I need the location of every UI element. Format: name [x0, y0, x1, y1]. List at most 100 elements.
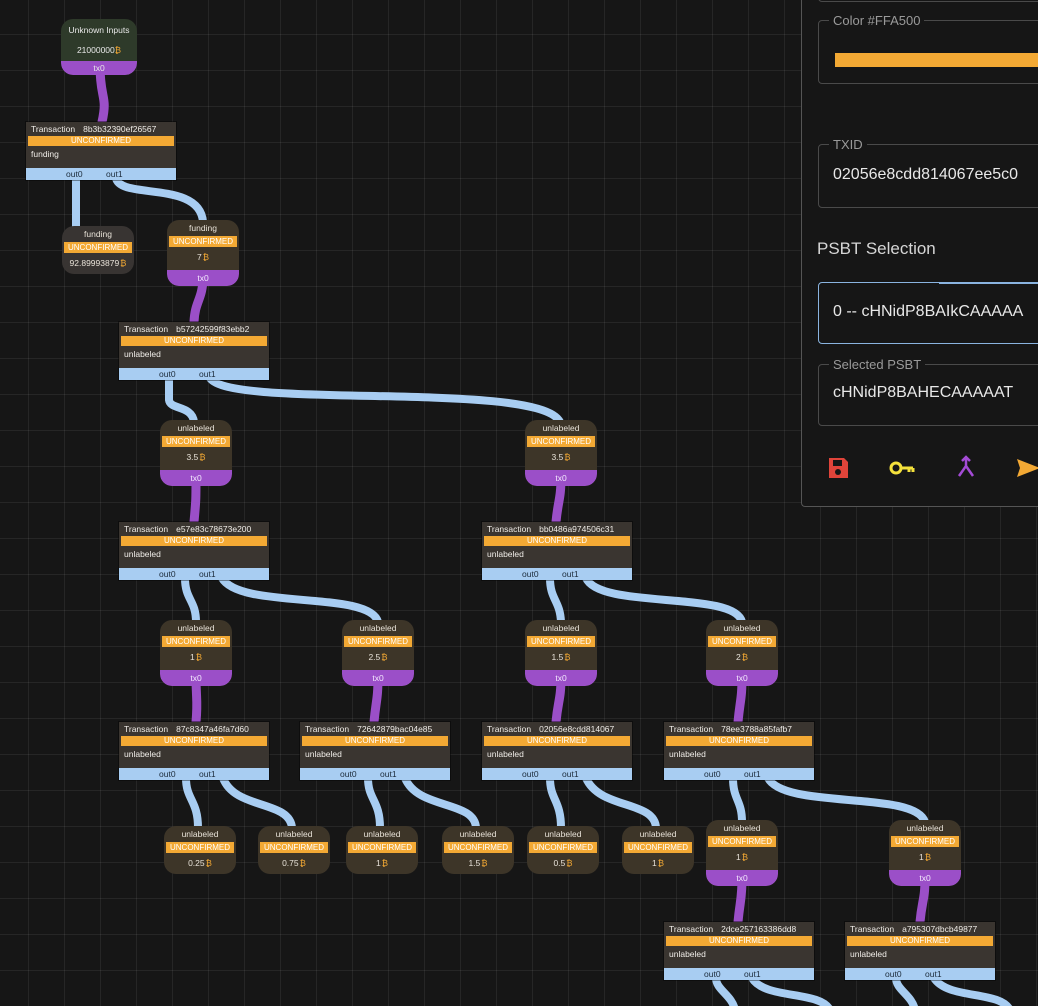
output-port[interactable]: out0: [159, 768, 176, 780]
utxo-label: unlabeled: [723, 823, 761, 833]
output-port[interactable]: out1: [199, 368, 216, 380]
transaction-node[interactable]: Transaction e57e83c78673e200 UNCONFIRMED …: [119, 522, 269, 580]
utxo-amount: 2.5₿: [368, 652, 388, 662]
transaction-label: unlabeled: [119, 346, 269, 362]
output-port[interactable]: out1: [925, 968, 942, 980]
utxo-node[interactable]: unlabeled UNCONFIRMED 2.5₿ tx0: [342, 620, 414, 686]
transaction-node[interactable]: Transaction b57242599f83ebb2 UNCONFIRMED …: [119, 322, 269, 380]
utxo-node[interactable]: unlabeled UNCONFIRMED 1₿ tx0: [160, 620, 232, 686]
utxo-amount: 0.25₿: [188, 858, 212, 868]
edge: [218, 574, 382, 626]
status-badge: UNCONFIRMED: [527, 636, 595, 647]
utxo-port[interactable]: tx0: [706, 670, 778, 686]
output-port[interactable]: out0: [704, 968, 721, 980]
output-port[interactable]: out0: [159, 368, 176, 380]
output-port[interactable]: out1: [106, 168, 123, 180]
selected-psbt-field[interactable]: Selected PSBT cHNidP8BAHECAAAAAT: [818, 357, 1038, 426]
output-port[interactable]: out0: [159, 568, 176, 580]
utxo-node[interactable]: unlabeled UNCONFIRMED 2₿ tx0: [706, 620, 778, 686]
utxo-port[interactable]: tx0: [525, 670, 597, 686]
transaction-node[interactable]: Transaction bb0486a974506c31 UNCONFIRMED …: [482, 522, 632, 580]
selected-psbt-value[interactable]: cHNidP8BAHECAAAAAT: [833, 384, 1013, 402]
utxo-port[interactable]: tx0: [342, 670, 414, 686]
utxo-node[interactable]: unlabeled UNCONFIRMED 1.5₿ tx0: [525, 620, 597, 686]
utxo-port[interactable]: tx0: [167, 270, 239, 286]
output-port[interactable]: out0: [66, 168, 83, 180]
output-port[interactable]: out1: [199, 768, 216, 780]
output-port[interactable]: out0: [704, 768, 721, 780]
node-port[interactable]: tx0: [61, 61, 137, 75]
edge: [748, 974, 832, 1006]
transaction-label: unlabeled: [119, 546, 269, 562]
output-port[interactable]: out1: [199, 568, 216, 580]
utxo-port[interactable]: tx0: [889, 870, 961, 886]
status-badge: UNCONFIRMED: [121, 536, 267, 546]
utxo-port[interactable]: tx0: [160, 670, 232, 686]
output-port[interactable]: out0: [522, 568, 539, 580]
utxo-label: unlabeled: [177, 423, 215, 433]
merge-icon[interactable]: [952, 454, 980, 482]
utxo-label: unlabeled: [544, 829, 582, 839]
utxo-node[interactable]: unlabeled UNCONFIRMED 3.5₿ tx0: [160, 420, 232, 486]
status-badge: UNCONFIRMED: [708, 636, 776, 647]
output-port[interactable]: out1: [562, 768, 579, 780]
utxo-node[interactable]: unlabeled UNCONFIRMED 0.5₿: [527, 826, 599, 874]
output-port[interactable]: out1: [562, 568, 579, 580]
edge: [364, 774, 384, 832]
node-amount: 21000000₿: [76, 45, 122, 55]
output-port[interactable]: out0: [522, 768, 539, 780]
utxo-label: unlabeled: [363, 829, 401, 839]
key-icon[interactable]: [888, 454, 916, 482]
output-port[interactable]: out1: [380, 768, 397, 780]
txid-value[interactable]: 02056e8cdd814067ee5c0: [833, 166, 1018, 184]
node-label: Unknown Inputs: [68, 25, 130, 35]
utxo-port[interactable]: tx0: [706, 870, 778, 886]
send-icon[interactable]: [1014, 454, 1038, 482]
txid-field[interactable]: TXID 02056e8cdd814067ee5c0: [818, 137, 1038, 208]
transaction-node[interactable]: Transaction 02056e8cdd814067 UNCONFIRMED …: [482, 722, 632, 780]
utxo-node[interactable]: unlabeled UNCONFIRMED 1₿ tx0: [706, 820, 778, 886]
unknown-inputs-node[interactable]: Unknown Inputs 21000000₿ tx0: [61, 19, 137, 75]
psbt-select[interactable]: 0 -- cHNidP8BAIkCAAAAA: [818, 282, 1038, 344]
transaction-node[interactable]: Transaction 8b3b32390ef26567 UNCONFIRMED …: [26, 122, 176, 180]
utxo-node[interactable]: funding UNCONFIRMED 7₿ tx0: [167, 220, 239, 286]
transaction-header: Transaction 87c8347a46fa7d60: [124, 724, 249, 734]
outputs-bar: out0 out1: [119, 368, 269, 380]
selected-psbt-legend: Selected PSBT: [829, 357, 926, 372]
utxo-amount: 2₿: [735, 652, 749, 662]
status-badge: UNCONFIRMED: [64, 242, 132, 253]
utxo-node[interactable]: unlabeled UNCONFIRMED 1₿: [346, 826, 418, 874]
utxo-node[interactable]: unlabeled UNCONFIRMED 1₿ tx0: [889, 820, 961, 886]
output-port[interactable]: out0: [885, 968, 902, 980]
utxo-node[interactable]: unlabeled UNCONFIRMED 1₿: [622, 826, 694, 874]
transaction-label: unlabeled: [300, 746, 450, 762]
color-field[interactable]: Color #FFA500: [818, 13, 1038, 84]
utxo-port[interactable]: tx0: [160, 470, 232, 486]
transaction-node[interactable]: Transaction 78ee3788a85fafb7 UNCONFIRMED …: [664, 722, 814, 780]
color-legend: Color #FFA500: [829, 13, 925, 28]
color-swatch[interactable]: [835, 53, 1038, 67]
save-icon[interactable]: [824, 454, 852, 482]
utxo-node[interactable]: unlabeled UNCONFIRMED 1.5₿: [442, 826, 514, 874]
transaction-label: unlabeled: [664, 946, 814, 962]
utxo-port[interactable]: tx0: [525, 470, 597, 486]
output-port[interactable]: out0: [340, 768, 357, 780]
utxo-node[interactable]: funding UNCONFIRMED 92.89993879₿: [62, 226, 134, 274]
status-badge: UNCONFIRMED: [302, 736, 448, 746]
transaction-header: Transaction 72642879bac04e85: [305, 724, 433, 734]
status-badge: UNCONFIRMED: [162, 636, 230, 647]
status-badge: UNCONFIRMED: [708, 836, 776, 847]
utxo-node[interactable]: unlabeled UNCONFIRMED 0.75₿: [258, 826, 330, 874]
status-badge: UNCONFIRMED: [666, 936, 812, 946]
transaction-node[interactable]: Transaction 2dce257163386dd8 UNCONFIRMED …: [664, 922, 814, 980]
transaction-header: Transaction 02056e8cdd814067: [487, 724, 615, 734]
output-port[interactable]: out1: [744, 768, 761, 780]
transaction-node[interactable]: Transaction 87c8347a46fa7d60 UNCONFIRMED …: [119, 722, 269, 780]
transaction-node[interactable]: Transaction 72642879bac04e85 UNCONFIRMED …: [300, 722, 450, 780]
transaction-node[interactable]: Transaction a795307dbcb49877 UNCONFIRMED …: [845, 922, 995, 980]
utxo-amount: 1₿: [375, 858, 389, 868]
output-port[interactable]: out1: [744, 968, 761, 980]
utxo-amount: 7₿: [196, 252, 210, 262]
utxo-node[interactable]: unlabeled UNCONFIRMED 3.5₿ tx0: [525, 420, 597, 486]
utxo-node[interactable]: unlabeled UNCONFIRMED 0.25₿: [164, 826, 236, 874]
